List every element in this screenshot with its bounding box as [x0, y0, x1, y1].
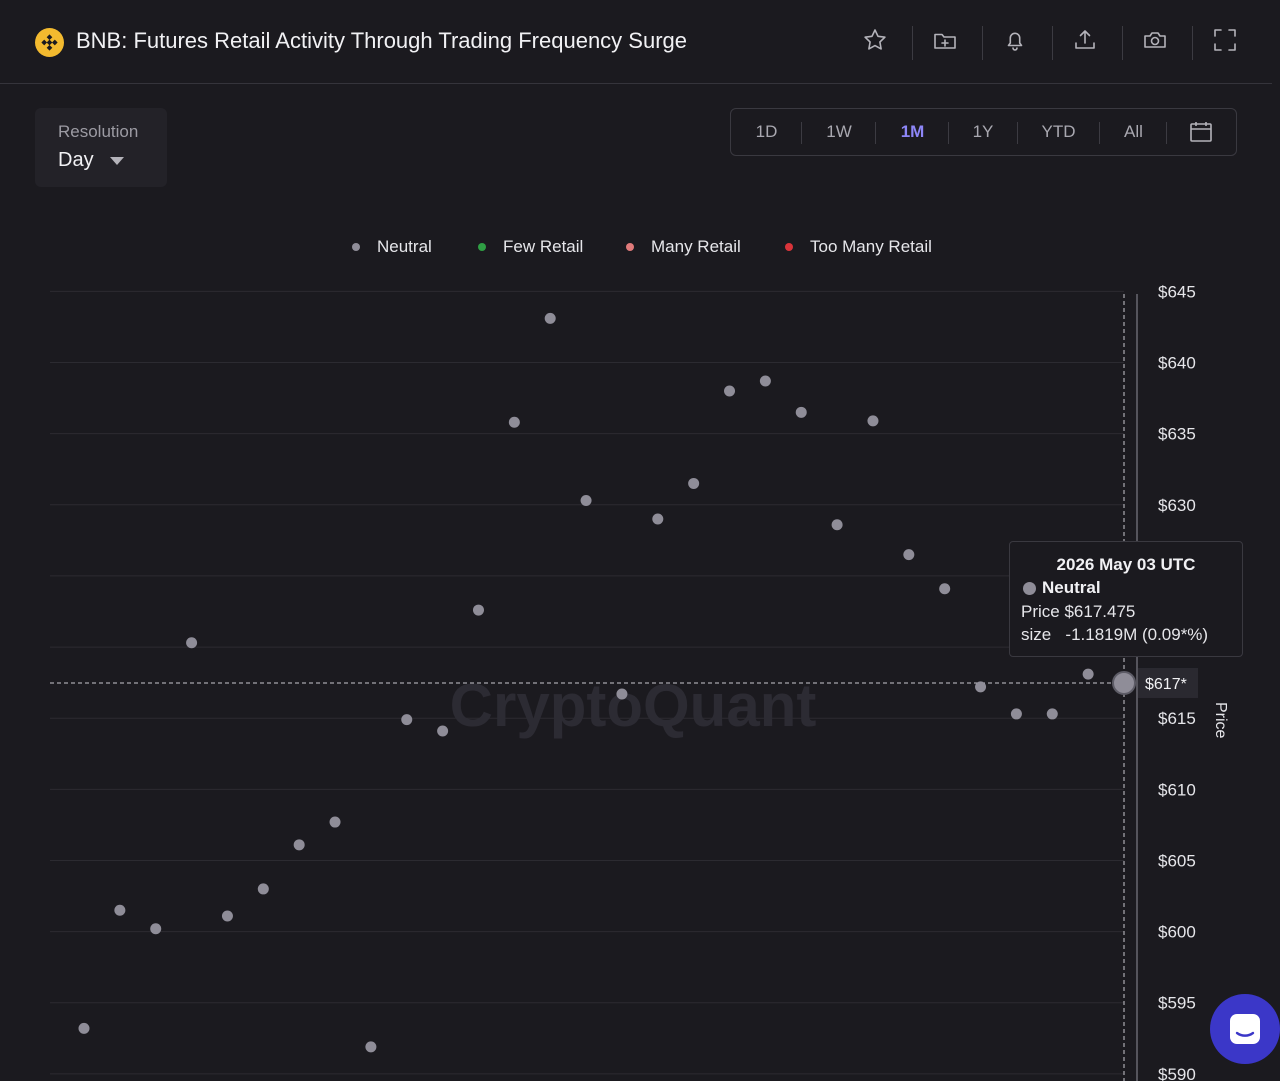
scatter-point[interactable] [580, 495, 592, 507]
legend-label: Few Retail [503, 237, 584, 256]
y-tick-label: $635 [1158, 425, 1196, 444]
chat-icon [1230, 1014, 1260, 1044]
legend-dot [352, 243, 360, 251]
legend-dot [626, 243, 634, 251]
range-1d-button[interactable]: 1D [731, 109, 802, 155]
highlighted-point[interactable] [1112, 670, 1136, 695]
resolution-select[interactable]: Resolution Day [35, 108, 167, 187]
scatter-point[interactable] [472, 604, 484, 616]
range-1w-button[interactable]: 1W [802, 109, 876, 155]
folder-add-icon [934, 33, 956, 49]
chat-support-button[interactable] [1210, 994, 1280, 1064]
scatter-point[interactable] [1046, 708, 1058, 720]
scatter-point[interactable] [831, 519, 843, 531]
scatter-point[interactable] [401, 714, 413, 726]
scatter-point[interactable] [724, 385, 736, 397]
screenshot-button[interactable] [1142, 27, 1172, 57]
tooltip-price-value: $617.475 [1064, 602, 1136, 621]
tooltip-date: 2026 May 03 UTC [1056, 555, 1196, 574]
scatter-point[interactable] [78, 1022, 90, 1034]
toolbar-divider [1192, 26, 1193, 60]
fullscreen-button[interactable] [1212, 27, 1242, 57]
star-icon [864, 29, 886, 50]
scatter-point[interactable] [221, 910, 233, 922]
scatter-point[interactable] [652, 513, 664, 525]
scatter-point[interactable] [867, 415, 879, 427]
range-ytd-button[interactable]: YTD [1018, 109, 1099, 155]
y-tick-label: $605 [1158, 851, 1196, 870]
range-all-button[interactable]: All [1100, 109, 1167, 155]
tooltip-size-label: size [1021, 625, 1052, 644]
bell-icon [1007, 32, 1023, 51]
range-1y-button[interactable]: 1Y [949, 109, 1017, 155]
scatter-point[interactable] [795, 406, 807, 418]
toolbar-divider [1052, 26, 1053, 60]
y-tick-label: $595 [1158, 994, 1196, 1013]
scatter-point[interactable] [150, 923, 162, 935]
scatter-point[interactable] [688, 477, 700, 489]
add-to-folder-button[interactable] [932, 27, 962, 57]
tooltip-price-label: Price [1021, 602, 1060, 621]
legend-dot [785, 243, 793, 251]
scatter-point[interactable] [544, 312, 556, 324]
y-tick-label: $600 [1158, 923, 1196, 942]
y-tick-label: $610 [1158, 780, 1196, 799]
range-1m-button[interactable]: 1M [876, 109, 949, 155]
watermark-text: CryptoQuant [450, 672, 817, 739]
toolbar-divider [1122, 26, 1123, 60]
y-tick-label: $645 [1158, 282, 1196, 301]
scatter-point[interactable] [616, 688, 628, 700]
resolution-label: Resolution [58, 122, 139, 141]
scatter-point[interactable] [114, 904, 126, 916]
scatter-point[interactable] [939, 583, 951, 595]
legend-dot [478, 243, 486, 251]
scatter-point[interactable] [975, 681, 987, 693]
share-icon [1075, 30, 1095, 49]
current-price-label: $617* [1145, 676, 1187, 693]
camera-icon [1144, 32, 1166, 48]
y-tick-label: $630 [1158, 496, 1196, 515]
page-title: BNB: Futures Retail Activity Through Tra… [76, 28, 687, 53]
scatter-chart[interactable]: CryptoQuant $645 $640 $635 $630 $615 $610 $605 $… [0, 280, 1272, 1081]
legend-label: Too Many Retail [810, 237, 932, 256]
scatter-point[interactable] [508, 416, 520, 428]
range-divider [1166, 122, 1167, 144]
calendar-icon[interactable] [1189, 121, 1213, 143]
share-button[interactable] [1072, 27, 1102, 57]
scatter-point[interactable] [186, 637, 198, 649]
y-tick-label: $590 [1158, 1065, 1196, 1081]
scatter-point[interactable] [1082, 668, 1094, 680]
chart-header: BNB: Futures Retail Activity Through Tra… [0, 0, 1272, 84]
scatter-point[interactable] [257, 883, 269, 895]
scatter-point[interactable] [903, 549, 915, 561]
scatter-point[interactable] [365, 1041, 377, 1053]
y-axis-label: Price [1212, 702, 1229, 739]
toolbar-divider [912, 26, 913, 60]
tooltip-size-value: -1.1819M (0.09*%) [1065, 625, 1209, 644]
resolution-value: Day [58, 149, 94, 171]
scatter-point[interactable] [759, 375, 771, 387]
alert-button[interactable] [1002, 27, 1032, 57]
time-range-selector: 1D 1W 1M 1Y YTD All [730, 108, 1237, 156]
y-tick-label: $615 [1158, 709, 1196, 728]
scatter-point[interactable] [437, 725, 449, 737]
tooltip-series: Neutral [1042, 578, 1101, 597]
toolbar-divider [982, 26, 983, 60]
scatter-point[interactable] [329, 816, 341, 828]
tooltip-series-dot [1023, 582, 1036, 595]
tooltip-size-row: size -1.1819M (0.09*%) [1021, 625, 1208, 645]
scatter-point[interactable] [1010, 708, 1022, 720]
bnb-coin-icon [35, 28, 64, 57]
tooltip-price-row: Price $617.475 [1021, 602, 1135, 622]
legend-label: Many Retail [651, 237, 741, 256]
y-tick-label: $640 [1158, 354, 1196, 373]
legend-label: Neutral [377, 237, 432, 256]
fullscreen-icon [1214, 29, 1236, 51]
caret-down-icon [110, 157, 124, 165]
favorite-button[interactable] [862, 27, 892, 57]
chart-tooltip: 2026 May 03 UTC Neutral Price $617.475 s… [1009, 541, 1243, 657]
scatter-point[interactable] [293, 839, 305, 851]
